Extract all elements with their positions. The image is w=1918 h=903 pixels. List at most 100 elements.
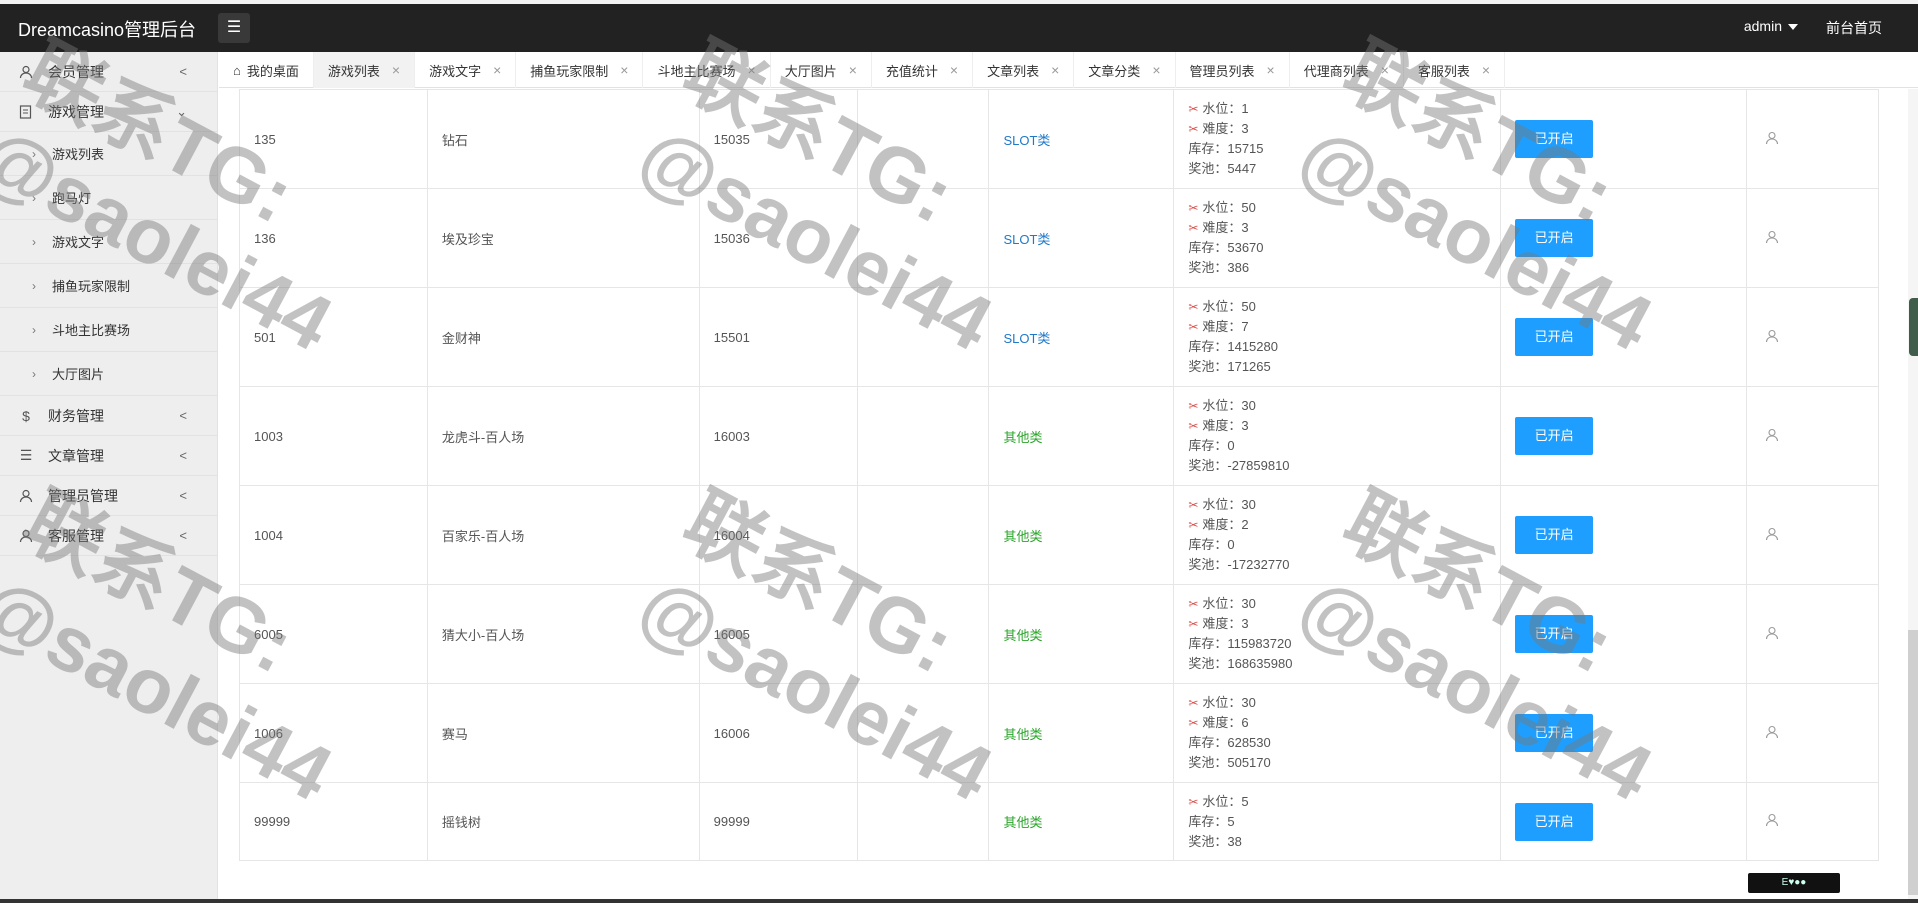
status-toggle-button[interactable]: 已开启 — [1515, 318, 1594, 356]
close-icon[interactable]: × — [1051, 62, 1059, 78]
difficulty-line: ✂ 难度：3 — [1188, 220, 1249, 235]
sidebar-item-fishing-limit[interactable]: › 捕鱼玩家限制 — [0, 264, 217, 308]
cell-actions — [1746, 89, 1879, 189]
close-icon[interactable]: × — [493, 62, 501, 78]
difficulty-line: ✂ 难度：2 — [1188, 517, 1249, 532]
status-toggle-button[interactable]: 已开启 — [1515, 417, 1594, 455]
scrollbar-thumb[interactable] — [1908, 630, 1918, 895]
pool-line: 奖池：-27859810 — [1188, 458, 1290, 473]
close-icon[interactable]: × — [849, 62, 857, 78]
home-link[interactable]: 前台首页 — [1826, 18, 1882, 38]
cell-code: 15035 — [698, 89, 858, 189]
cell-code: 15036 — [698, 188, 858, 288]
sidebar-group-label: 游戏管理 — [48, 103, 104, 120]
cell-code: 16006 — [698, 683, 858, 783]
user-action-icon[interactable] — [1765, 230, 1779, 247]
cell-category: SLOT类 — [988, 89, 1175, 189]
sidebar-item-landlord-match[interactable]: › 斗地主比赛场 — [0, 308, 217, 352]
close-icon[interactable]: × — [620, 62, 628, 78]
cell-status: 已开启 — [1500, 782, 1747, 861]
cell-actions — [1746, 287, 1879, 387]
sidebar-item-marquee[interactable]: › 跑马灯 — [0, 176, 217, 220]
user-action-icon[interactable] — [1765, 131, 1779, 148]
table-row: 6005 猜大小-百人场 16005 其他类 ✂ 水位：30 ✂ 难度：3 库存：1159837… — [239, 584, 1879, 684]
cell-name: 钻石 — [426, 89, 700, 189]
user-action-icon[interactable] — [1765, 527, 1779, 544]
cell-status: 已开启 — [1500, 89, 1747, 189]
status-toggle-button[interactable]: 已开启 — [1515, 120, 1594, 158]
close-icon[interactable]: × — [748, 62, 756, 78]
sidebar-group-games[interactable]: 游戏管理 ⌄ — [0, 92, 217, 132]
sidebar-item-lobby-images[interactable]: › 大厅图片 — [0, 352, 217, 396]
caret-down-icon — [1788, 24, 1798, 31]
user-action-icon[interactable] — [1765, 813, 1779, 830]
tab-game-list[interactable]: 游戏列表 × — [313, 52, 416, 88]
wrench-icon: ✂ — [1188, 794, 1199, 809]
cell-empty — [856, 485, 990, 585]
close-icon[interactable]: × — [1482, 62, 1490, 78]
table-row: 1003 龙虎斗-百人场 16003 其他类 ✂ 水位：30 ✂ 难度：3 库存：0 奖池：-27… — [239, 386, 1879, 486]
wrench-icon: ✂ — [1188, 617, 1199, 631]
tab-article-list[interactable]: 文章列表 × — [973, 52, 1075, 88]
cell-name: 百家乐-百人场 — [426, 485, 700, 585]
status-toggle-button[interactable]: 已开启 — [1515, 714, 1594, 752]
water-line: ✂ 水位：1 — [1188, 101, 1249, 116]
tab-agent-list[interactable]: 代理商列表 × — [1290, 52, 1404, 88]
close-icon[interactable]: × — [1152, 62, 1160, 78]
user-action-icon[interactable] — [1765, 626, 1779, 643]
status-toggle-button[interactable]: 已开启 — [1515, 516, 1594, 554]
wrench-icon: ✂ — [1188, 221, 1199, 235]
tab-article-category[interactable]: 文章分类 × — [1074, 52, 1176, 88]
chevron-down-icon: ⌄ — [176, 104, 187, 119]
cell-info: ✂ 水位：1 ✂ 难度：3 库存：15715 奖池：5447 — [1173, 89, 1502, 189]
user-action-icon[interactable] — [1765, 428, 1779, 445]
hamburger-icon: ☰ — [226, 19, 242, 36]
sidebar-group-support[interactable]: 客服管理 < — [0, 516, 217, 556]
sidebar-group-label: 财务管理 — [48, 407, 104, 424]
cell-status: 已开启 — [1500, 584, 1747, 684]
status-toggle-button[interactable]: 已开启 — [1515, 615, 1594, 653]
tab-landlord-match[interactable]: 斗地主比赛场 × — [643, 52, 771, 88]
cell-status: 已开启 — [1500, 485, 1747, 585]
tab-recharge-stats[interactable]: 充值统计 × — [872, 52, 974, 88]
close-icon[interactable]: × — [1381, 62, 1389, 78]
sidebar-group-finance[interactable]: $ 财务管理 < — [0, 396, 217, 436]
cell-empty — [856, 89, 990, 189]
tab-admin-list[interactable]: 管理员列表 × — [1176, 52, 1290, 88]
user-action-icon[interactable] — [1765, 329, 1779, 346]
table-row: 136 埃及珍宝 15036 SLOT类 ✂ 水位：50 ✂ 难度：3 库存：53670 奖池：3… — [239, 188, 1879, 288]
sidebar-group-admins[interactable]: 管理员管理 < — [0, 476, 217, 516]
app-title: Dreamcasino管理后台 — [18, 20, 197, 40]
close-icon[interactable]: × — [1267, 62, 1275, 78]
tab-my-desktop[interactable]: ⌂ 我的桌面 — [219, 52, 314, 88]
status-toggle-button[interactable]: 已开启 — [1515, 802, 1594, 841]
sidebar-group-members[interactable]: 会员管理 < — [0, 52, 217, 92]
cell-category: 其他类 — [988, 485, 1175, 585]
admin-user-dropdown[interactable]: admin — [1744, 18, 1798, 38]
cell-actions — [1746, 683, 1879, 783]
chevron-left-icon: < — [179, 448, 187, 463]
chevron-left-icon: < — [179, 528, 187, 543]
cell-id: 136 — [239, 188, 428, 288]
tab-support-list[interactable]: 客服列表 × — [1404, 52, 1506, 88]
table-row: 1006 赛马 16006 其他类 ✂ 水位：30 ✂ 难度：6 库存：628530 奖池：505… — [239, 683, 1879, 783]
list-icon: ☰ — [19, 447, 33, 463]
water-line: ✂ 水位：30 — [1188, 398, 1256, 413]
cell-status: 已开启 — [1500, 386, 1747, 486]
cell-name: 赛马 — [426, 683, 700, 783]
close-icon[interactable]: × — [392, 62, 400, 78]
close-icon[interactable]: × — [950, 62, 958, 78]
menu-toggle-button[interactable]: ☰ — [218, 13, 250, 43]
sidebar-item-game-list[interactable]: › 游戏列表 — [0, 132, 217, 176]
tab-game-text[interactable]: 游戏文字 × — [415, 52, 517, 88]
side-widget-handle[interactable] — [1909, 298, 1918, 356]
tab-fishing-limit[interactable]: 捕鱼玩家限制 × — [516, 52, 644, 88]
status-toggle-button[interactable]: 已开启 — [1515, 219, 1594, 257]
cell-empty — [856, 386, 990, 486]
chevron-right-icon: › — [32, 278, 36, 293]
sidebar-group-articles[interactable]: ☰ 文章管理 < — [0, 436, 217, 476]
user-action-icon[interactable] — [1765, 725, 1779, 742]
footer-logo-badge: E♥●● — [1748, 873, 1840, 893]
tab-lobby-images[interactable]: 大厅图片 × — [771, 52, 872, 88]
sidebar-item-game-text[interactable]: › 游戏文字 — [0, 220, 217, 264]
